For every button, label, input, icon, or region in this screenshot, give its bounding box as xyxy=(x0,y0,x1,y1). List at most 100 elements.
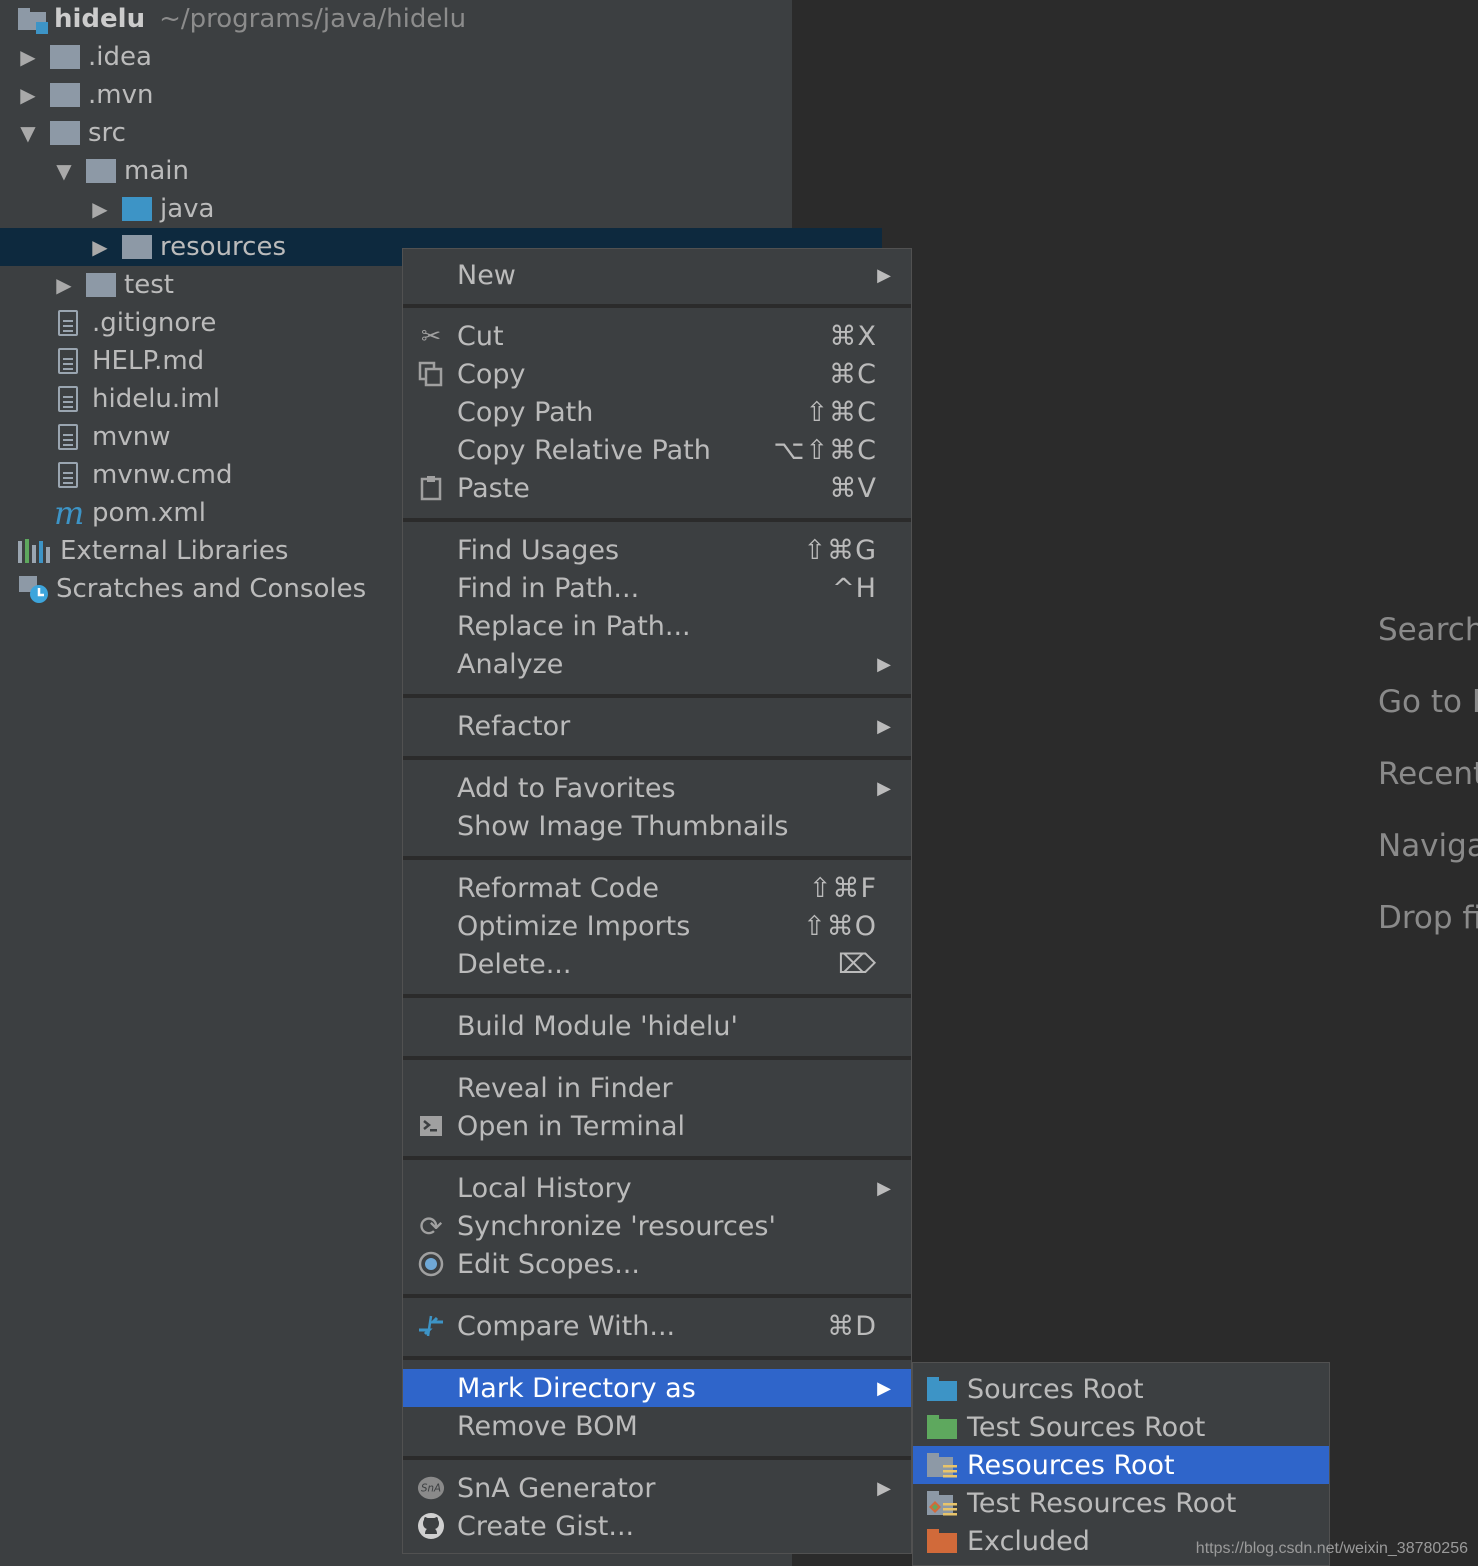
project-name: hidelu xyxy=(54,4,146,34)
submenu-arrow-icon: ▶ xyxy=(877,264,891,286)
menu-separator xyxy=(403,1156,911,1160)
menu-item-create-gist[interactable]: Create Gist... xyxy=(403,1507,911,1545)
submenu-arrow-icon: ▶ xyxy=(877,653,891,675)
submenu-arrow-icon: ▶ xyxy=(877,1377,891,1399)
menu-item-new[interactable]: New ▶ xyxy=(403,256,911,294)
menu-item-remove-bom[interactable]: Remove BOM xyxy=(403,1407,911,1445)
menu-separator xyxy=(403,518,911,522)
editor-hint-recent: Recent xyxy=(1378,756,1478,792)
github-icon xyxy=(417,1512,445,1540)
expand-arrow-icon[interactable]: ▶ xyxy=(90,235,110,259)
scissors-icon: ✂ xyxy=(420,322,442,350)
tree-item-mvn[interactable]: ▶ .mvn xyxy=(0,76,810,114)
resources-root-folder-icon xyxy=(927,1453,957,1478)
submenu-item-resources-root[interactable]: Resources Root xyxy=(913,1446,1329,1484)
excluded-folder-icon xyxy=(927,1529,957,1553)
menu-separator xyxy=(403,304,911,308)
compare-icon xyxy=(417,1312,445,1340)
menu-separator xyxy=(403,994,911,998)
tree-item-label: .idea xyxy=(88,42,152,72)
menu-item-synchronize[interactable]: ⟳ Synchronize 'resources' xyxy=(403,1207,911,1245)
menu-item-copy-path[interactable]: Copy Path ⇧⌘C xyxy=(403,393,911,431)
tree-item-idea[interactable]: ▶ .idea xyxy=(0,38,810,76)
folder-icon xyxy=(86,159,116,183)
test-resources-root-folder-icon xyxy=(927,1491,957,1516)
menu-item-reformat-code[interactable]: Reformat Code ⇧⌘F xyxy=(403,869,911,907)
clipboard-icon xyxy=(417,474,445,502)
menu-item-cut[interactable]: ✂ Cut ⌘X xyxy=(403,317,911,355)
menu-item-compare-with[interactable]: Compare With... ⌘D xyxy=(403,1307,911,1345)
menu-item-show-image-thumbnails[interactable]: Show Image Thumbnails xyxy=(403,807,911,845)
menu-item-mark-directory-as[interactable]: Mark Directory as ▶ xyxy=(403,1369,911,1407)
menu-item-replace-in-path[interactable]: Replace in Path... xyxy=(403,607,911,645)
expand-arrow-icon[interactable]: ▶ xyxy=(54,273,74,297)
context-menu: New ▶ ✂ Cut ⌘X Copy ⌘C Copy Path ⇧⌘C Cop… xyxy=(402,248,912,1554)
text-file-icon xyxy=(58,310,78,336)
menu-item-find-usages[interactable]: Find Usages ⇧⌘G xyxy=(403,531,911,569)
expand-arrow-icon[interactable]: ▶ xyxy=(18,45,38,69)
collapse-arrow-icon[interactable]: ▼ xyxy=(54,159,74,183)
menu-separator xyxy=(403,694,911,698)
submenu-arrow-icon: ▶ xyxy=(877,1177,891,1199)
submenu-arrow-icon: ▶ xyxy=(877,1477,891,1499)
menu-separator xyxy=(403,756,911,760)
scope-icon xyxy=(417,1250,445,1278)
menu-item-copy-relative-path[interactable]: Copy Relative Path ⌥⇧⌘C xyxy=(403,431,911,469)
tree-item-label: mvnw xyxy=(92,422,171,452)
menu-separator xyxy=(403,1456,911,1460)
menu-item-optimize-imports[interactable]: Optimize Imports ⇧⌘O xyxy=(403,907,911,945)
folder-icon xyxy=(50,45,80,69)
library-icon xyxy=(18,539,50,563)
menu-item-build-module[interactable]: Build Module 'hidelu' xyxy=(403,1007,911,1045)
menu-item-refactor[interactable]: Refactor ▶ xyxy=(403,707,911,745)
menu-item-edit-scopes[interactable]: Edit Scopes... xyxy=(403,1245,911,1283)
tree-item-label: src xyxy=(88,118,126,148)
expand-arrow-icon[interactable]: ▶ xyxy=(18,83,38,107)
sna-icon: SnA xyxy=(417,1474,445,1502)
watermark: https://blog.csdn.net/weixin_38780256 xyxy=(1195,1540,1468,1557)
tree-item-label: resources xyxy=(160,232,287,262)
module-file-icon xyxy=(58,386,78,412)
submenu-item-test-resources-root[interactable]: Test Resources Root xyxy=(913,1484,1329,1522)
tree-item-label: hidelu.iml xyxy=(92,384,220,414)
tree-item-label: main xyxy=(124,156,189,186)
menu-item-delete[interactable]: Delete... ⌦ xyxy=(403,945,911,983)
svg-text:SnA: SnA xyxy=(421,1483,441,1495)
text-file-icon xyxy=(58,348,78,374)
collapse-arrow-icon[interactable]: ▼ xyxy=(18,121,38,145)
menu-item-analyze[interactable]: Analyze ▶ xyxy=(403,645,911,683)
project-path: ~/programs/java/hidelu xyxy=(159,4,467,34)
menu-item-copy[interactable]: Copy ⌘C xyxy=(403,355,911,393)
menu-separator xyxy=(403,1056,911,1060)
tree-item-main[interactable]: ▼ main xyxy=(0,152,846,190)
tree-item-label: External Libraries xyxy=(60,536,289,566)
maven-icon: m xyxy=(54,494,85,532)
folder-icon xyxy=(86,273,116,297)
submenu-arrow-icon: ▶ xyxy=(877,715,891,737)
editor-hint-navigation: Naviga xyxy=(1378,828,1478,864)
text-file-icon xyxy=(58,424,78,450)
submenu-arrow-icon: ▶ xyxy=(877,777,891,799)
tree-item-java[interactable]: ▶ java xyxy=(0,190,882,228)
submenu-item-sources-root[interactable]: Sources Root xyxy=(913,1370,1329,1408)
menu-item-open-in-terminal[interactable]: Open in Terminal xyxy=(403,1107,911,1145)
mark-directory-submenu: Sources Root Test Sources Root Resources… xyxy=(912,1362,1330,1566)
tree-item-label: .mvn xyxy=(88,80,154,110)
menu-item-reveal-in-finder[interactable]: Reveal in Finder xyxy=(403,1069,911,1107)
submenu-item-test-sources-root[interactable]: Test Sources Root xyxy=(913,1408,1329,1446)
menu-item-add-to-favorites[interactable]: Add to Favorites ▶ xyxy=(403,769,911,807)
menu-item-find-in-path[interactable]: Find in Path... ^H xyxy=(403,569,911,607)
menu-item-sna-generator[interactable]: SnA SnA Generator ▶ xyxy=(403,1469,911,1507)
tree-item-label: mvnw.cmd xyxy=(92,460,233,490)
tree-item-label: Scratches and Consoles xyxy=(56,574,367,604)
expand-arrow-icon[interactable]: ▶ xyxy=(90,197,110,221)
menu-item-paste[interactable]: Paste ⌘V xyxy=(403,469,911,507)
module-folder-icon xyxy=(18,6,48,34)
tree-item-src[interactable]: ▼ src xyxy=(0,114,810,152)
folder-icon xyxy=(122,235,152,259)
tree-item-label: pom.xml xyxy=(92,498,206,528)
folder-icon xyxy=(50,121,80,145)
menu-separator xyxy=(403,856,911,860)
menu-item-local-history[interactable]: Local History ▶ xyxy=(403,1169,911,1207)
tree-root[interactable]: hidelu ~/programs/java/hidelu xyxy=(0,0,792,38)
